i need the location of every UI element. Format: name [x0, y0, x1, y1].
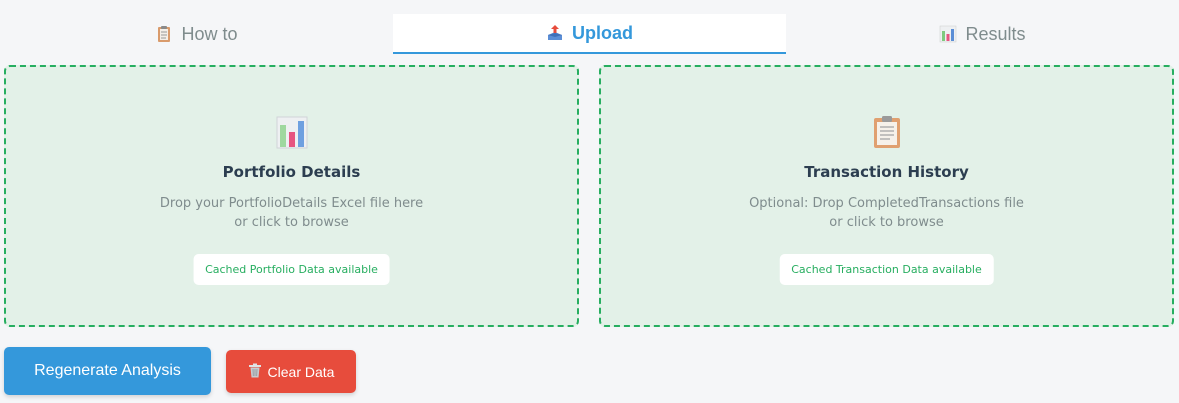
- dropzone-title: Portfolio Details: [222, 163, 361, 181]
- dropzone-description: Drop your PortfolioDetails Excel file he…: [6, 194, 577, 232]
- tab-label: Upload: [572, 22, 633, 43]
- cached-data-badge: Cached Transaction Data available: [779, 254, 994, 285]
- bar-chart-icon: [939, 25, 957, 43]
- dropzone-desc-line: Optional: Drop CompletedTransactions fil…: [749, 196, 1024, 211]
- tab-bar: How to Upload Results: [0, 14, 1179, 54]
- clipboard-icon: [155, 25, 173, 43]
- tab-results[interactable]: Results: [786, 14, 1179, 54]
- dropzone-description: Optional: Drop CompletedTransactions fil…: [601, 194, 1172, 232]
- transactions-dropzone[interactable]: Transaction History Optional: Drop Compl…: [599, 65, 1174, 327]
- tab-upload[interactable]: Upload: [393, 14, 786, 54]
- button-label: Regenerate Analysis: [34, 362, 181, 379]
- cached-data-badge: Cached Portfolio Data available: [193, 254, 390, 285]
- bar-chart-icon: [276, 115, 308, 149]
- dropzone-title: Transaction History: [804, 163, 969, 181]
- tab-label: How to: [181, 23, 238, 44]
- trash-icon: [248, 363, 262, 381]
- clipboard-icon: [871, 115, 903, 149]
- tab-how-to[interactable]: How to: [0, 14, 393, 54]
- upload-icon: [546, 24, 564, 42]
- dropzone-desc-line: or click to browse: [234, 215, 349, 230]
- tab-label: Results: [965, 23, 1026, 44]
- dropzone-desc-line: Drop your PortfolioDetails Excel file he…: [159, 196, 424, 211]
- button-label: Clear Data: [267, 363, 335, 380]
- regenerate-analysis-button[interactable]: Regenerate Analysis: [4, 347, 211, 395]
- portfolio-dropzone[interactable]: Portfolio Details Drop your PortfolioDet…: [4, 65, 579, 327]
- dropzone-desc-line: or click to browse: [829, 215, 944, 230]
- clear-data-button[interactable]: Clear Data: [226, 350, 356, 393]
